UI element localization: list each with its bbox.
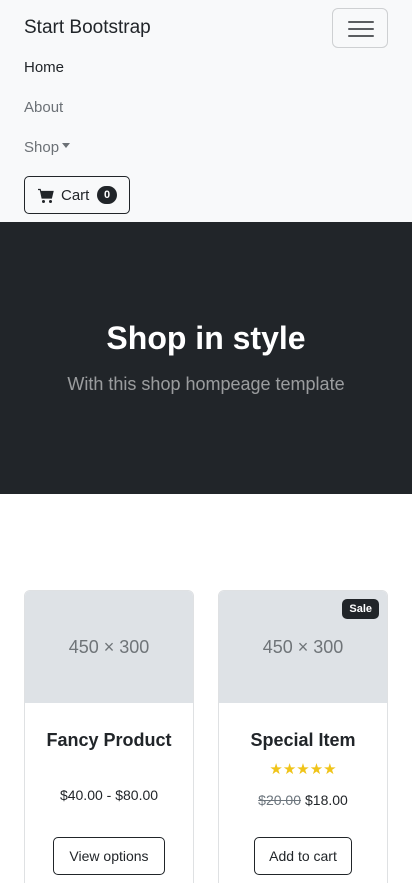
navbar-toggler-button[interactable] xyxy=(332,8,388,48)
product-price: $20.00 $18.00 xyxy=(219,790,387,810)
hero-title: Shop in style xyxy=(106,320,306,356)
cart-icon xyxy=(38,188,54,203)
nav-link-shop-dropdown[interactable]: Shop xyxy=(24,138,71,158)
product-name: Special Item xyxy=(250,730,356,750)
nav-link-shop-label: Shop xyxy=(24,139,60,156)
star-icon: ★ xyxy=(296,761,310,778)
product-price-old: $20.00 xyxy=(258,792,301,808)
add-to-cart-button[interactable]: Add to cart xyxy=(254,837,352,875)
star-icon: ★ xyxy=(309,761,324,778)
product-image-placeholder-text: 450 × 300 xyxy=(68,637,150,657)
chevron-down-icon xyxy=(62,143,71,148)
star-icon: ★ xyxy=(282,761,297,778)
product-price-range: $40.00 - $80.00 xyxy=(59,787,159,803)
star-icon: ★ xyxy=(323,761,337,778)
product-name: Fancy Product xyxy=(46,730,172,750)
cart-button[interactable]: Cart 0 xyxy=(24,176,130,214)
hero-subtitle: With this shop hompeage template xyxy=(67,374,345,394)
product-image-placeholder: 450 × 300 xyxy=(25,591,193,703)
hero-section: Shop in style With this shop hompeage te… xyxy=(0,222,412,494)
star-rating: ★★★★★ xyxy=(219,762,387,778)
nav-link-home[interactable]: Home xyxy=(24,58,64,78)
product-price-current: $18.00 xyxy=(305,792,348,808)
nav-link-about[interactable]: About xyxy=(24,98,63,118)
product-card-fancy: 450 × 300 Fancy Product $40.00 - $80.00 … xyxy=(24,590,194,883)
navbar: Start Bootstrap Home About Shop Cart 0 xyxy=(0,0,412,222)
star-icon: ★ xyxy=(269,761,283,778)
cart-label: Cart xyxy=(61,187,90,204)
sale-badge: Sale xyxy=(342,599,379,619)
view-options-button[interactable]: View options xyxy=(53,837,165,875)
product-card-special: 450 × 300 Sale Special Item ★★★★★ $20.00… xyxy=(218,590,388,883)
cart-count-badge: 0 xyxy=(97,186,117,204)
navbar-brand[interactable]: Start Bootstrap xyxy=(24,16,151,40)
product-image-placeholder-text: 450 × 300 xyxy=(262,637,344,657)
